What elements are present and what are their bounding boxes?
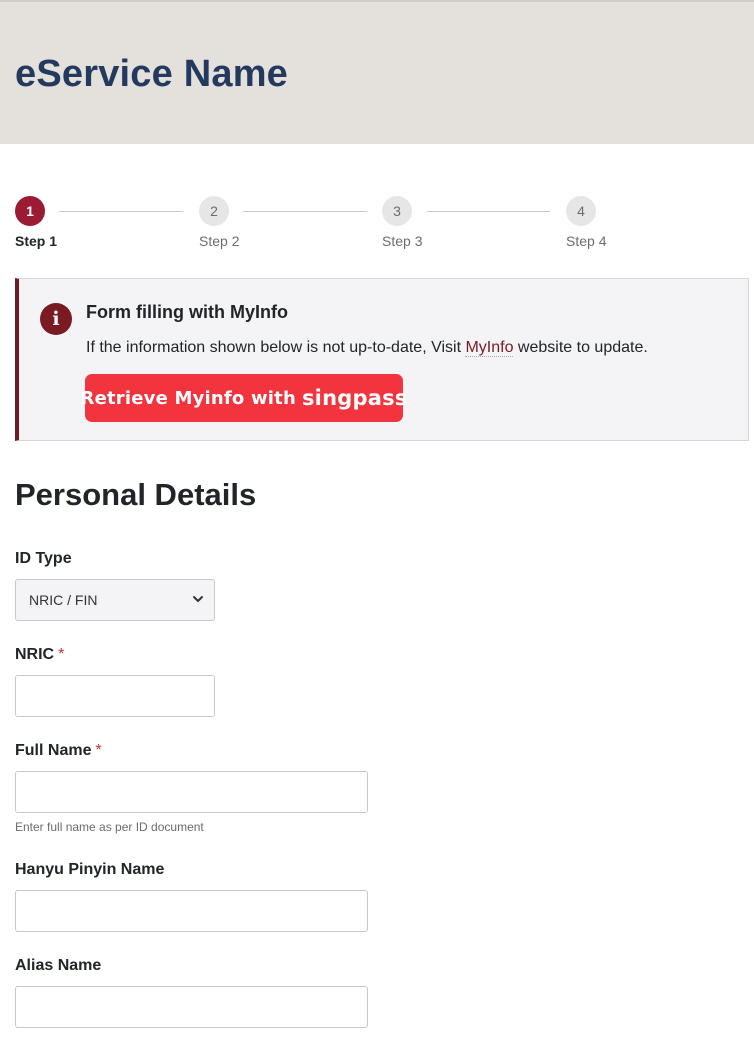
full-name-input[interactable] [15, 771, 368, 813]
retrieve-button-label: Retrieve Myinfo with [80, 387, 296, 409]
page-title: eService Name [15, 53, 289, 95]
alias-name-label: Alias Name [15, 957, 102, 974]
step-3-label: Step 3 [382, 233, 423, 249]
full-name-hint: Enter full name as per ID document [15, 820, 204, 834]
alert-title: Form filling with MyInfo [86, 302, 288, 322]
chevron-down-icon [193, 596, 203, 602]
step-connector [59, 211, 183, 212]
nric-input[interactable] [15, 675, 215, 717]
nric-label: NRIC * [15, 646, 64, 664]
step-2[interactable]: 2 Step 2 [199, 196, 239, 249]
alert-text-before: If the information shown below is not up… [86, 339, 466, 356]
hanyu-pinyin-input[interactable] [15, 890, 368, 932]
nric-label-text: NRIC [15, 646, 55, 663]
id-type-value: NRIC / FIN [29, 592, 98, 608]
step-2-label: Step 2 [199, 233, 240, 249]
alert-text: If the information shown below is not up… [86, 339, 648, 357]
step-4[interactable]: 4 Step 4 [566, 196, 606, 249]
stepper: 1 Step 1 2 Step 2 3 Step 3 4 Step 4 [15, 196, 735, 256]
section-title: Personal Details [15, 477, 257, 512]
id-type-select[interactable]: NRIC / FIN [15, 579, 215, 621]
alias-name-input[interactable] [15, 986, 368, 1028]
step-1-number: 1 [15, 196, 45, 226]
id-type-label: ID Type [15, 550, 72, 567]
full-name-label: Full Name * [15, 742, 102, 760]
retrieve-myinfo-button[interactable]: Retrieve Myinfo with singpass [81, 374, 407, 422]
step-1[interactable]: 1 Step 1 [15, 196, 57, 249]
step-4-number: 4 [566, 196, 596, 226]
step-connector [243, 211, 367, 212]
step-3[interactable]: 3 Step 3 [382, 196, 422, 249]
full-name-label-text: Full Name [15, 742, 92, 759]
page-header: eService Name [0, 2, 754, 144]
step-connector [427, 211, 550, 212]
alert-text-after: website to update. [513, 339, 648, 356]
required-asterisk: * [95, 742, 102, 759]
myinfo-link[interactable]: MyInfo [465, 339, 514, 357]
hanyu-pinyin-label: Hanyu Pinyin Name [15, 861, 165, 878]
step-1-label: Step 1 [15, 233, 58, 249]
step-3-number: 3 [382, 196, 412, 226]
info-icon: i [40, 303, 72, 335]
required-asterisk: * [58, 646, 65, 663]
step-4-label: Step 4 [566, 233, 607, 249]
singpass-logo: singpass [301, 386, 408, 410]
step-2-number: 2 [199, 196, 229, 226]
myinfo-alert: i Form filling with MyInfo If the inform… [15, 278, 749, 441]
